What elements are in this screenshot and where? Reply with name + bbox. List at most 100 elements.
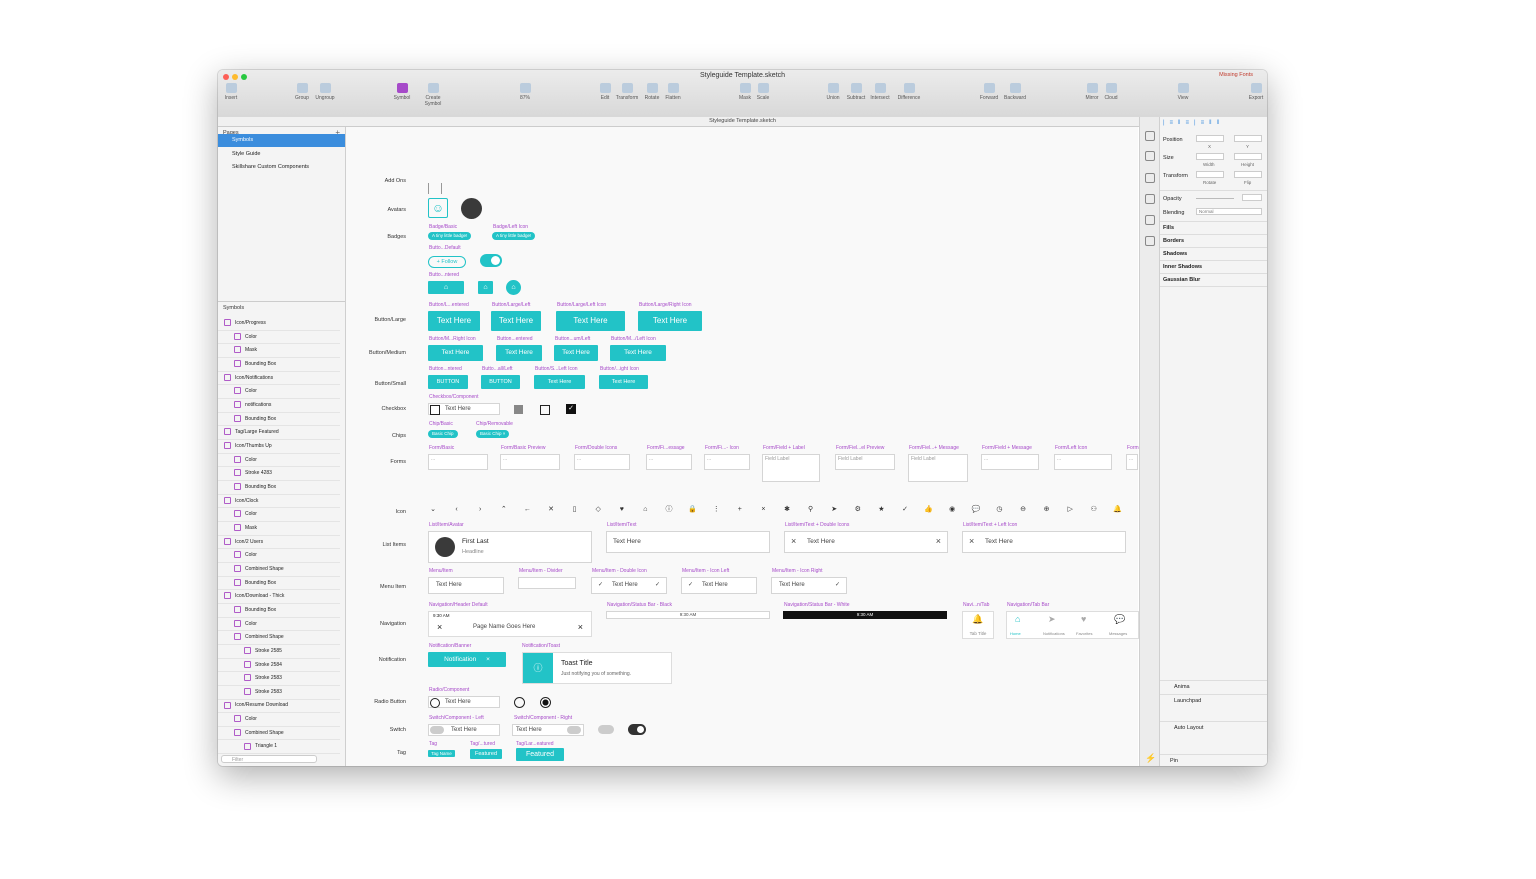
- chevron-up-icon[interactable]: ⌃: [499, 505, 509, 515]
- page-item[interactable]: Skillshare Custom Components: [218, 161, 345, 174]
- layer-item[interactable]: Color: [218, 331, 340, 345]
- toolbar-button[interactable]: Insert: [219, 83, 243, 101]
- layer-item[interactable]: Color: [218, 454, 340, 468]
- close-icon[interactable]: ×: [936, 536, 941, 546]
- list-item[interactable]: Text Here ×: [962, 531, 1126, 553]
- form-field[interactable]: ...: [574, 454, 630, 470]
- gear-icon[interactable]: ⚙: [853, 505, 863, 515]
- layer-item[interactable]: Bounding Box: [218, 481, 340, 495]
- thumbs-up-icon[interactable]: 👍: [924, 505, 934, 515]
- x-field[interactable]: [1196, 135, 1224, 142]
- home-icon[interactable]: ⌂: [1015, 614, 1020, 624]
- avatar[interactable]: [461, 198, 482, 219]
- check-icon[interactable]: ✓: [900, 505, 910, 515]
- inner-shadows-label[interactable]: Inner Shadows: [1163, 264, 1202, 270]
- layer-item[interactable]: Stroke 2583: [218, 672, 340, 686]
- form-field[interactable]: ...: [428, 454, 488, 470]
- toolbar-button[interactable]: Intersect: [868, 83, 892, 101]
- bell-icon[interactable]: 🔔: [1112, 505, 1122, 515]
- menu-item[interactable]: [518, 577, 576, 589]
- menu-item[interactable]: Text Here: [428, 577, 504, 594]
- document-tab[interactable]: Styleguide Template.sketch: [218, 117, 1267, 127]
- send-icon[interactable]: ➤: [829, 505, 839, 515]
- close-icon[interactable]: ×: [969, 536, 974, 546]
- chevron-down-icon[interactable]: ⌄: [428, 505, 438, 515]
- layer-item[interactable]: Tag/Large Featured: [218, 426, 340, 440]
- plugin-pin[interactable]: Pin: [1170, 758, 1178, 764]
- notification-banner[interactable]: Notification ×: [428, 652, 506, 667]
- switch-toggle[interactable]: [430, 726, 444, 734]
- toolbar-button[interactable]: Symbol: [390, 83, 414, 101]
- layer-item[interactable]: Bounding Box: [218, 413, 340, 427]
- plugin-anima[interactable]: Anima: [1174, 684, 1190, 690]
- layer-item[interactable]: Icon/Clock: [218, 495, 340, 509]
- checkbox[interactable]: [430, 405, 440, 415]
- align-icons[interactable]: |≡‖≡|≡‖‖: [1163, 120, 1264, 128]
- form-field[interactable]: Field Label: [762, 454, 820, 482]
- heart-icon[interactable]: ♥: [1081, 614, 1086, 624]
- toolbar-button[interactable]: Create Symbol: [421, 83, 445, 107]
- layer-item[interactable]: Combined Shape: [218, 631, 340, 645]
- chevron-left-icon[interactable]: ‹: [452, 505, 462, 515]
- form-field[interactable]: ...: [1054, 454, 1112, 470]
- layer-item[interactable]: Icon/Download - Thick: [218, 590, 340, 604]
- flip-field[interactable]: [1234, 171, 1262, 178]
- button-small[interactable]: BUTTON: [428, 375, 468, 389]
- form-field[interactable]: ...: [646, 454, 692, 470]
- chat-icon[interactable]: 💬: [971, 505, 981, 515]
- radio-empty[interactable]: [514, 697, 525, 708]
- blending-select[interactable]: Normal: [1196, 208, 1262, 215]
- button-large[interactable]: Text Here: [638, 311, 702, 331]
- users-icon[interactable]: ⚇: [1089, 505, 1099, 515]
- tab-bar[interactable]: ⌂ Home ➤ Notifications ♥ Favorites 💬 Messages: [1006, 611, 1139, 639]
- layer-item[interactable]: Color: [218, 618, 340, 632]
- toolbar-button[interactable]: Group: [290, 83, 314, 101]
- layer-item[interactable]: Bounding Box: [218, 577, 340, 591]
- layer-item[interactable]: Stroke 4283: [218, 467, 340, 481]
- y-field[interactable]: [1234, 135, 1262, 142]
- download-icon[interactable]: ⊖: [1018, 505, 1028, 515]
- send-icon[interactable]: ➤: [1048, 614, 1056, 625]
- shadows-label[interactable]: Shadows: [1163, 251, 1187, 257]
- list-item[interactable]: Text Here: [606, 531, 770, 553]
- list-item[interactable]: Text Here × ×: [784, 531, 948, 553]
- chevron-right-icon[interactable]: ›: [475, 505, 485, 515]
- arrow-left-icon[interactable]: ←: [522, 505, 532, 515]
- toolbar-button[interactable]: Cloud: [1099, 83, 1123, 101]
- toolbar-button[interactable]: Export: [1244, 83, 1267, 101]
- height-field[interactable]: [1234, 153, 1262, 160]
- layer-item[interactable]: Stroke 2585: [218, 645, 340, 659]
- button-medium[interactable]: Text Here: [554, 345, 598, 361]
- chip-basic[interactable]: Basic Chip: [428, 430, 458, 438]
- layer-item[interactable]: Icon/Thumbs Up: [218, 440, 340, 454]
- button-medium[interactable]: Text Here: [610, 345, 666, 361]
- toolbar-button[interactable]: Edit: [593, 83, 617, 101]
- toolbar-button[interactable]: Subtract: [844, 83, 868, 101]
- toolbar-button[interactable]: Transform: [615, 83, 639, 101]
- layer-item[interactable]: Color: [218, 549, 340, 563]
- clock-icon[interactable]: ◷: [994, 505, 1004, 515]
- button-small[interactable]: BUTTON: [481, 375, 520, 389]
- list-item[interactable]: First Last Headline: [428, 531, 592, 563]
- form-field[interactable]: Field Label: [835, 454, 895, 470]
- home-icon-button[interactable]: ⌂: [428, 281, 464, 294]
- toolbar-button[interactable]: Ungroup: [313, 83, 337, 101]
- button-medium[interactable]: Text Here: [428, 345, 483, 361]
- layer-item[interactable]: Icon/Progress: [218, 317, 340, 331]
- canvas[interactable]: Add Ons Avatars Badges Button/Large Button/M…: [346, 127, 1139, 766]
- switch-toggle[interactable]: [567, 726, 581, 734]
- page-item[interactable]: Symbols: [218, 134, 345, 147]
- inspector-tab[interactable]: [1145, 236, 1155, 246]
- layer-item[interactable]: Icon/2 Users: [218, 536, 340, 550]
- follow-button[interactable]: + Follow: [428, 256, 466, 268]
- button-small[interactable]: Text Here: [599, 375, 648, 389]
- close-icon[interactable]: ×: [578, 622, 583, 632]
- trash-icon[interactable]: ▯: [570, 505, 580, 515]
- search-icon[interactable]: ⚲: [806, 505, 816, 515]
- button-large[interactable]: Text Here: [556, 311, 625, 331]
- more-icon[interactable]: ⋮: [711, 505, 721, 515]
- gaussian-blur-label[interactable]: Gaussian Blur: [1163, 277, 1200, 283]
- radio-selected[interactable]: [540, 697, 551, 708]
- layer-item[interactable]: Icon/Resume Download: [218, 699, 340, 714]
- layer-item[interactable]: Bounding Box: [218, 358, 340, 372]
